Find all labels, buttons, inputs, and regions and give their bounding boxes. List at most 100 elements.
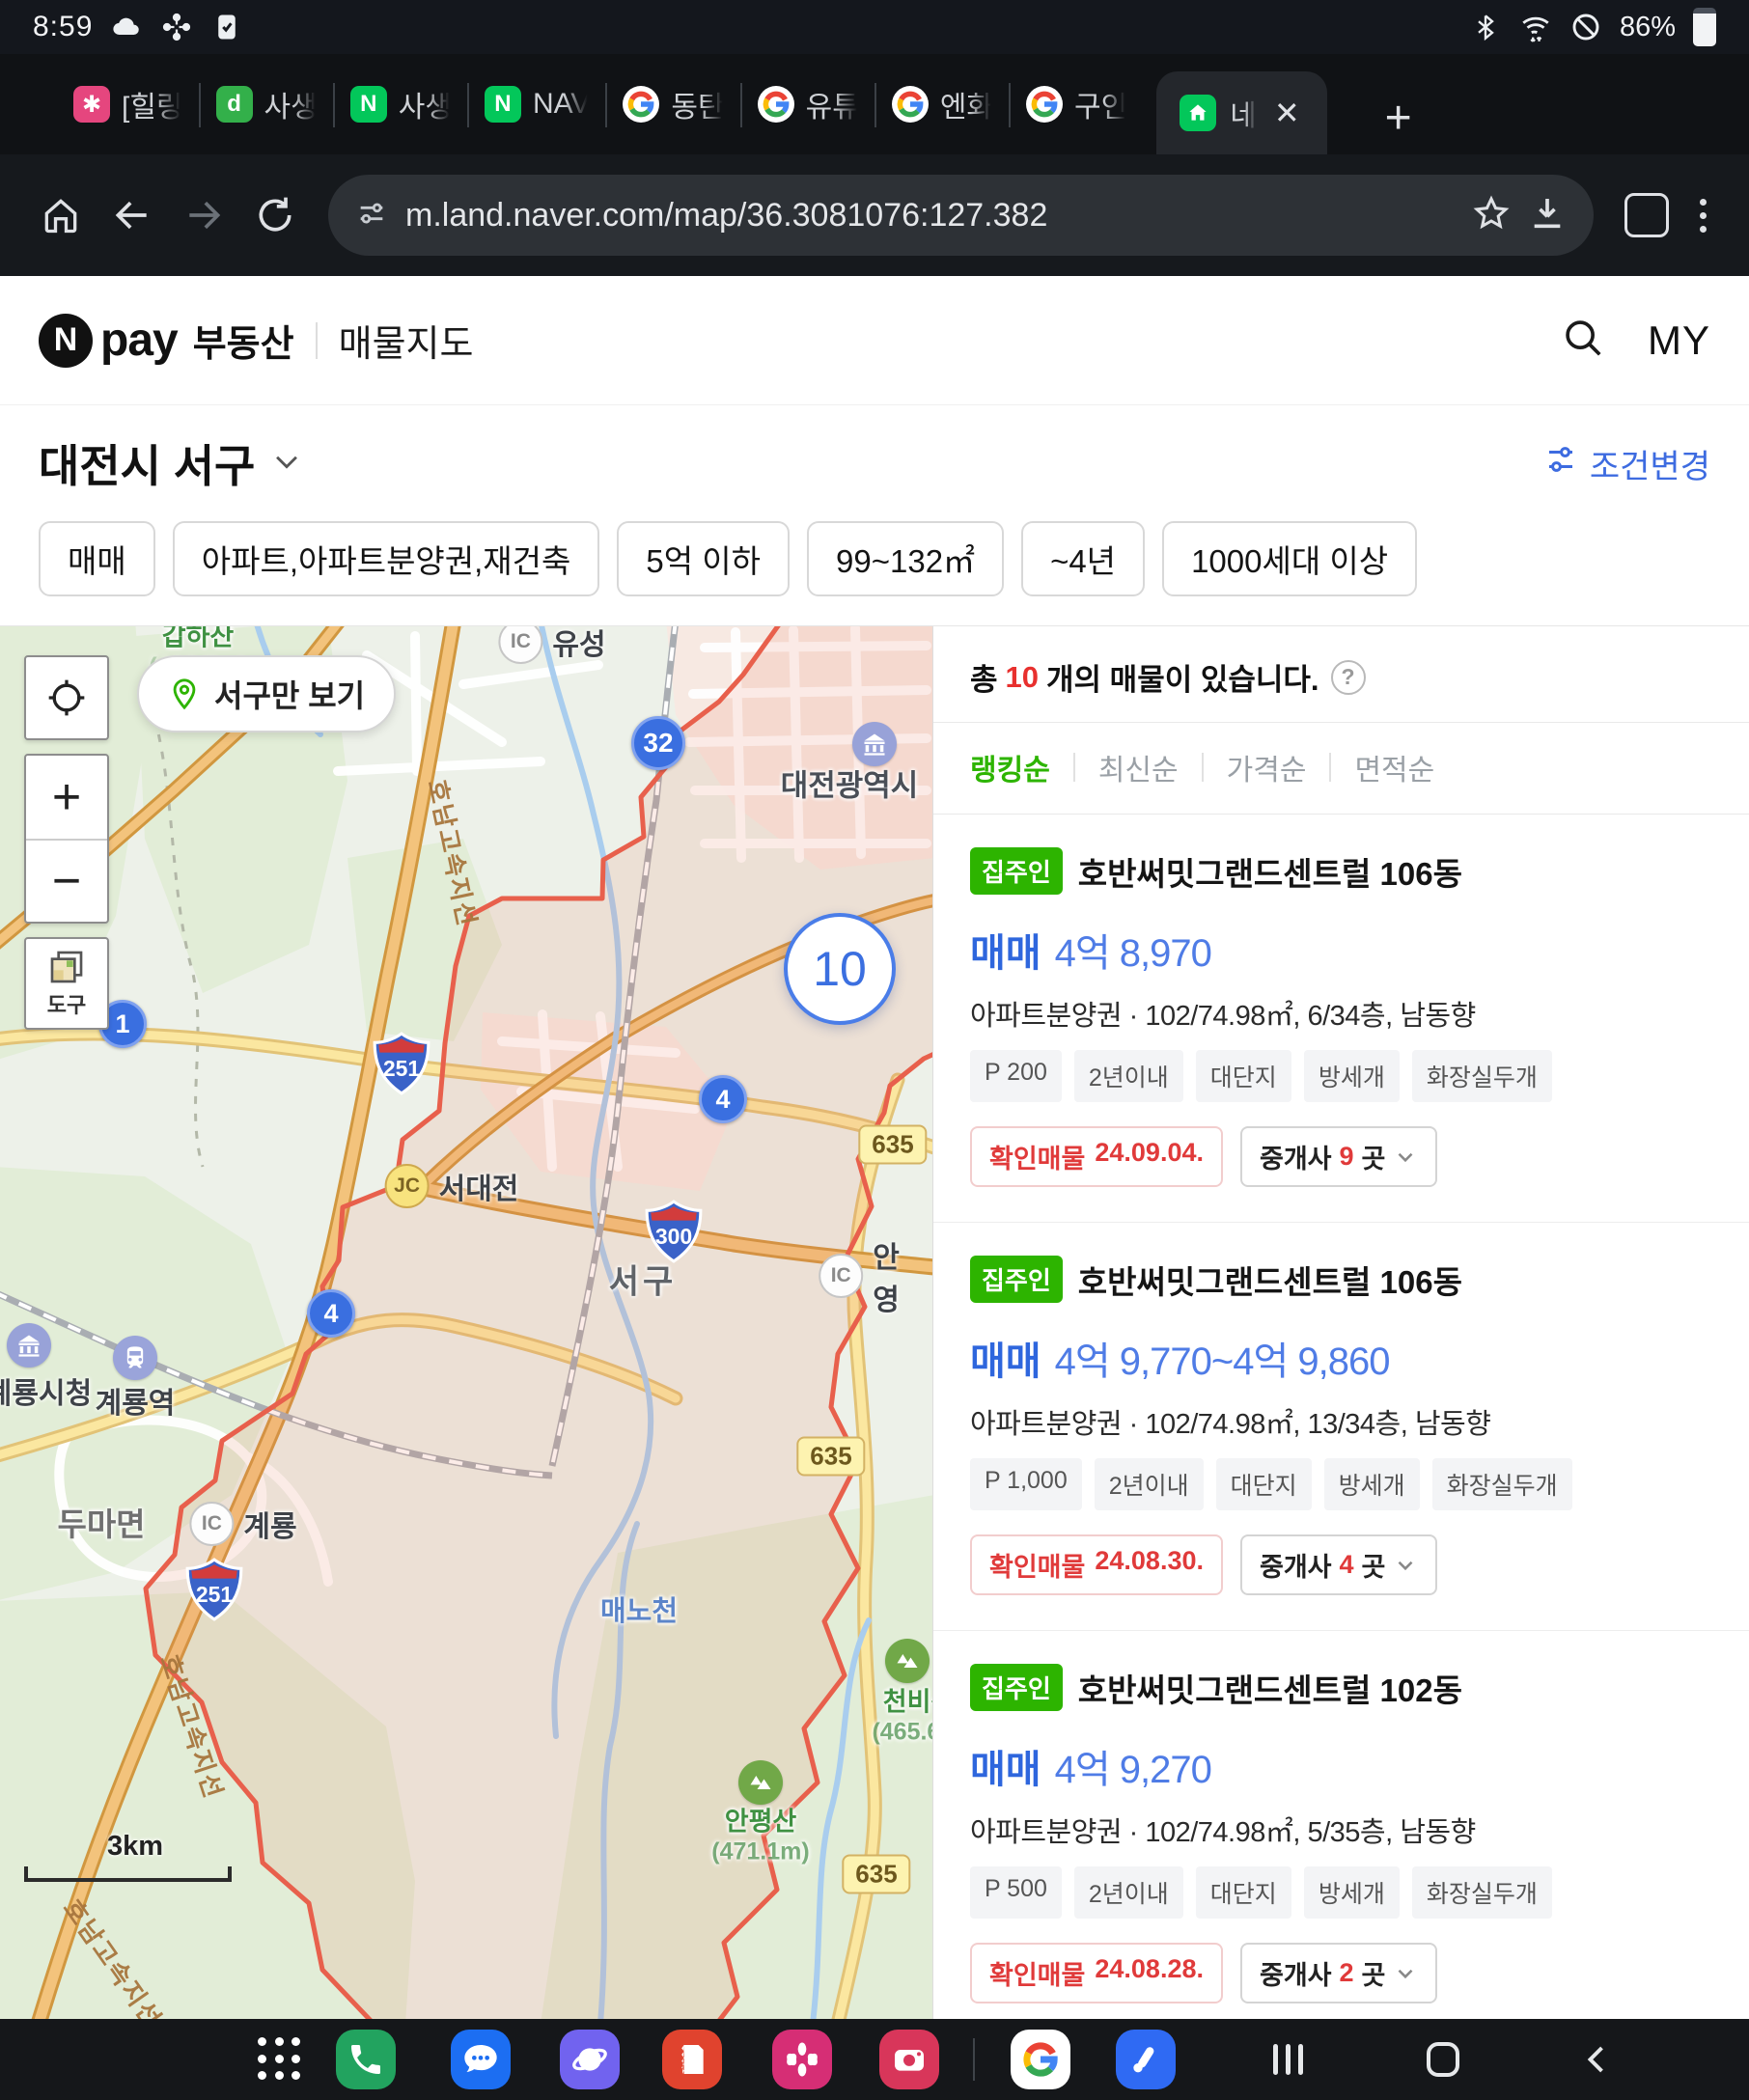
current-location-button[interactable] (24, 655, 109, 740)
listing-card[interactable]: 집주인 호반써밋그랜드센트럴 106동 매매 4억 8,970 아파트분양권 ·… (933, 815, 1749, 1223)
google-app-icon[interactable] (1011, 2030, 1070, 2089)
back-icon[interactable] (100, 183, 164, 247)
samsung-internet-app-icon[interactable] (560, 2030, 620, 2089)
owner-badge: 집주인 (970, 847, 1063, 895)
camera-app-icon[interactable] (879, 2030, 939, 2089)
sort-ranking[interactable]: 랭킹순 (970, 746, 1050, 788)
listing-tags: P 1,000 2년이내 대단지 방세개 화장실두개 (970, 1458, 1712, 1510)
change-conditions-button[interactable]: 조건변경 (1543, 440, 1710, 487)
forward-icon[interactable] (172, 183, 236, 247)
notes-app-icon[interactable] (662, 2030, 722, 2089)
pin-icon (168, 677, 201, 710)
chip-deal-type[interactable]: 매매 (39, 521, 155, 596)
home-icon[interactable] (29, 183, 93, 247)
land-section-label[interactable]: 부동산 (193, 314, 294, 367)
pay-wordmark[interactable]: pay (100, 314, 178, 367)
map-label-daejeon: 대전광역시 (781, 761, 919, 805)
map-label-gyeryong-station: 계룡역 (96, 1379, 176, 1422)
listing-card[interactable]: 집주인 호반써밋그랜드센트럴 106동 매매 4억 9,770~4억 9,860… (933, 1223, 1749, 1631)
map-tools-button[interactable]: 도구 (24, 937, 109, 1030)
menu-kebab-icon[interactable] (1686, 199, 1720, 233)
tag: 2년이내 (1074, 1050, 1183, 1102)
route-badge-4: 4 (307, 1289, 355, 1338)
map-label-anpyeongsan-elev: (471.1m) (711, 1838, 809, 1866)
help-icon[interactable]: ? (1331, 660, 1366, 695)
owner-badge: 집주인 (970, 1664, 1063, 1711)
region-selector[interactable]: 대전시 서구 (39, 431, 255, 495)
home-button[interactable] (1414, 2019, 1472, 2100)
agents-dropdown-button[interactable]: 중개사 4 곳 (1240, 1534, 1437, 1595)
listing-info: 아파트분양권 · 102/74.98㎡, 13/34층, 남동향 (970, 1401, 1712, 1442)
map-canvas[interactable]: 갑하산 (468.7m) IC 유성 32 대전광역시 호남고속지선 1 251… (0, 626, 932, 2019)
zoom-in-button[interactable]: + (26, 756, 107, 839)
mountain-icon (885, 1639, 930, 1683)
close-tab-icon[interactable]: ✕ (1270, 95, 1304, 131)
tab-healing[interactable]: ✱ [힐링 (58, 54, 199, 154)
tab-naver-2[interactable]: N NAV (469, 54, 605, 154)
map-label-maenocheon: 매노천 (600, 1589, 678, 1629)
tab-google-dongtan[interactable]: 동탄 (607, 54, 739, 154)
download-icon[interactable] (1528, 194, 1567, 237)
new-tab-button[interactable]: + (1366, 92, 1431, 154)
my-menu[interactable]: MY (1648, 318, 1710, 364)
naver-pay-header: N pay 부동산 매물지도 MY (0, 276, 1749, 405)
gallery-app-icon[interactable] (772, 2030, 832, 2089)
chip-age[interactable]: ~4년 (1021, 521, 1145, 596)
result-summary: 총 10 개의 매물이 있습니다. ? (933, 626, 1749, 723)
back-button[interactable] (1569, 2019, 1626, 2100)
phone-app-icon[interactable] (336, 2030, 396, 2089)
agents-dropdown-button[interactable]: 중개사 9 곳 (1240, 1126, 1437, 1187)
sort-price[interactable]: 가격순 (1227, 746, 1307, 788)
naver-land-favicon (1180, 95, 1216, 131)
listing-tags: P 500 2년이내 대단지 방세개 화장실두개 (970, 1866, 1712, 1919)
reload-icon[interactable] (243, 183, 307, 247)
listing-cluster-marker[interactable]: 10 (784, 913, 896, 1025)
sort-newest[interactable]: 최신순 (1098, 746, 1179, 788)
listing-card[interactable]: 집주인 호반써밋그랜드센트럴 102동 매매 4억 9,270 아파트분양권 ·… (933, 1631, 1749, 2019)
listing-panel: 총 10 개의 매물이 있습니다. ? 랭킹순 최신순 가격순 면적순 집주인 … (932, 626, 1749, 2019)
listing-tags: P 200 2년이내 대단지 방세개 화장실두개 (970, 1050, 1712, 1102)
search-icon[interactable] (1561, 316, 1605, 365)
deal-type: 매매 (970, 922, 1041, 978)
agents-dropdown-button[interactable]: 중개사 2 곳 (1240, 1943, 1437, 2003)
dock-divider (973, 2038, 975, 2081)
tag: 방세개 (1304, 1050, 1400, 1102)
tag: 방세개 (1304, 1866, 1400, 1919)
tag: 화장실두개 (1412, 1866, 1552, 1919)
site-settings-icon[interactable] (355, 197, 388, 235)
result-count: 10 (1006, 660, 1039, 695)
tab-google-youtube[interactable]: 유튜 (742, 54, 874, 154)
map-label-seogu: 서구 (609, 1256, 678, 1303)
url-text[interactable]: m.land.naver.com/map/36.3081076:127.382 (405, 197, 1455, 235)
tag: 대단지 (1196, 1866, 1291, 1919)
tab-naver-land-active[interactable]: 네 ✕ (1156, 71, 1326, 154)
listing-title: 호반써밋그랜드센트럴 106동 (1078, 848, 1462, 895)
chevron-down-icon (1393, 1553, 1418, 1578)
chip-property-type[interactable]: 아파트,아파트분양권,재건축 (173, 521, 600, 596)
tab-naver-1[interactable]: N 사생 (335, 54, 467, 154)
zoom-out-button[interactable]: − (26, 839, 107, 922)
apps-grid-icon[interactable] (258, 2037, 302, 2082)
bookmark-star-icon[interactable] (1472, 194, 1511, 237)
route-shield-251: 251 (184, 1558, 244, 1621)
tab-google-jobs[interactable]: 구인 (1011, 54, 1143, 154)
map-label-duma-myeon: 두마면 (57, 1499, 145, 1545)
chip-price[interactable]: 5억 이하 (617, 521, 790, 596)
tag: 2년이내 (1074, 1866, 1183, 1919)
chevron-down-icon (1393, 1961, 1418, 1986)
tab-daangn[interactable]: d 사생 (201, 54, 333, 154)
chip-households[interactable]: 1000세대 이상 (1162, 521, 1417, 596)
view-district-only-button[interactable]: 서구만 보기 (137, 655, 396, 732)
chip-area[interactable]: 99~132㎡ (807, 521, 1004, 596)
recent-apps-button[interactable] (1259, 2019, 1317, 2100)
map-label-ic-anyeong: IC 안영 (819, 1233, 900, 1318)
sort-area[interactable]: 면적순 (1354, 746, 1434, 788)
ads-app-icon[interactable] (1116, 2030, 1176, 2089)
url-bar[interactable]: m.land.naver.com/map/36.3081076:127.382 (328, 175, 1594, 256)
messages-app-icon[interactable] (451, 2030, 511, 2089)
tab-switcher-button[interactable] (1615, 183, 1679, 247)
naver-pay-logo[interactable]: N (39, 314, 93, 368)
d-favicon: d (216, 86, 253, 123)
tab-google-yen[interactable]: 엔화 (876, 54, 1009, 154)
chevron-down-icon[interactable] (270, 445, 303, 483)
